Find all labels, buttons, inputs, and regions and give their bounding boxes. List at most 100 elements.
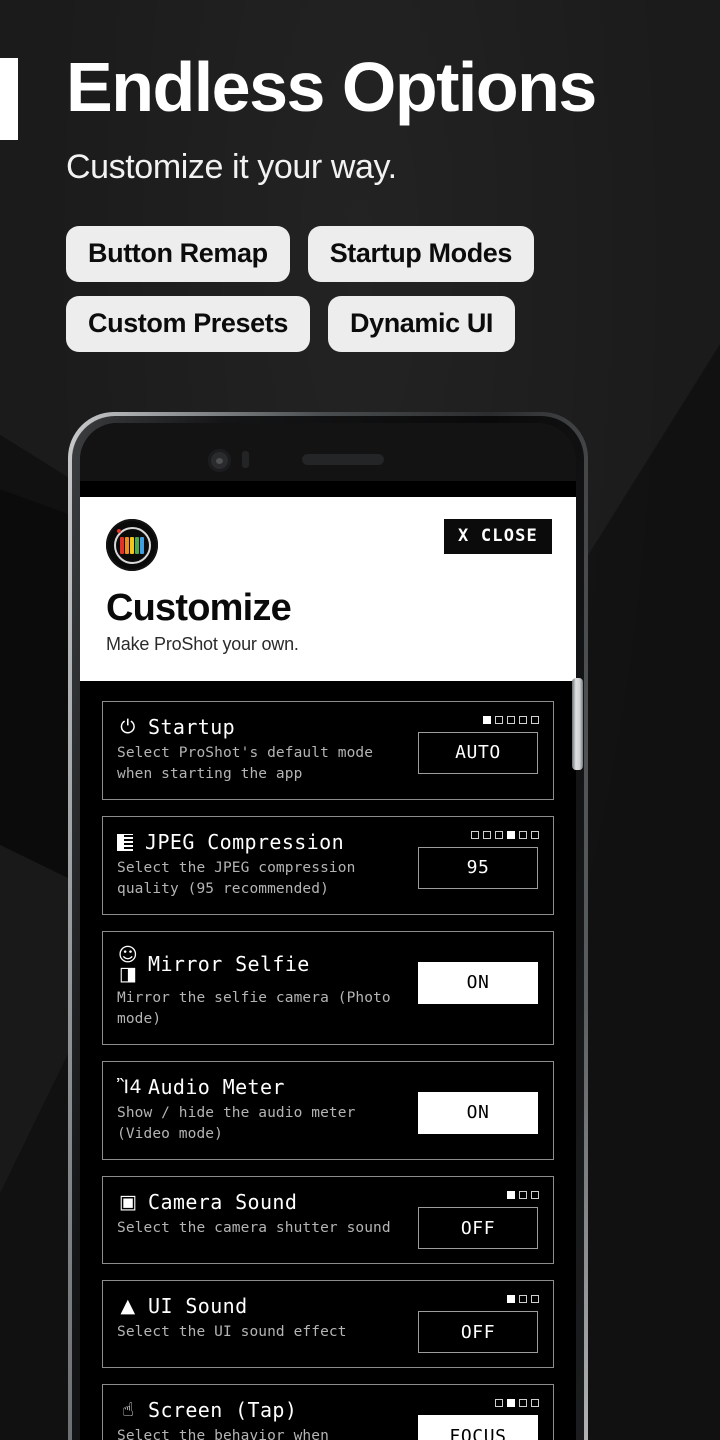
option-dot <box>483 830 491 839</box>
option-dot <box>519 1295 527 1304</box>
setting-title-label: Mirror Selfie <box>148 952 310 977</box>
settings-list[interactable]: ⏻ Startup Select ProShot's default mode wh… <box>80 680 576 1440</box>
feature-pill-custom-presets[interactable]: Custom Presets <box>66 296 310 352</box>
front-camera-icon <box>208 449 231 472</box>
logo-bar-2 <box>130 536 134 554</box>
setting-value-button[interactable]: AUTO <box>418 731 538 774</box>
page-subtitle: Customize it your way. <box>66 148 397 186</box>
setting-row-screen-tap[interactable]: ☝ Screen (Tap) Select the behavior when FOC… <box>102 1384 554 1440</box>
setting-title-label: UI Sound <box>148 1294 248 1319</box>
accent-bar <box>0 58 18 140</box>
phone-screen: X CLOSE Customize Make ProShot your own.… <box>80 481 576 1440</box>
earpiece-speaker-icon <box>302 454 384 465</box>
setting-control: ON <box>417 944 539 1004</box>
option-dot <box>507 715 515 724</box>
phone-body: X CLOSE Customize Make ProShot your own.… <box>80 423 576 1440</box>
option-dot <box>519 1399 527 1408</box>
option-dots <box>495 1399 539 1411</box>
setting-value-button[interactable]: ON <box>418 961 538 1004</box>
option-dot <box>495 830 503 839</box>
setting-row-mirror-selfie[interactable]: ☺◨ Mirror Selfie Mirror the selfie camera … <box>102 930 554 1045</box>
logo-red-dot-icon <box>117 529 121 533</box>
option-dot <box>531 1191 539 1200</box>
setting-title-row: ☺◨ Mirror Selfie <box>117 943 409 985</box>
tap-hand-icon: ☝ <box>122 1399 134 1422</box>
setting-description: Select the camera shutter sound <box>117 1220 391 1237</box>
feature-pill-dynamic-ui[interactable]: Dynamic UI <box>327 296 516 352</box>
setting-row-camera-sound[interactable]: ▣ Camera Sound Select the camera shutter s… <box>102 1176 554 1265</box>
setting-text: ▲ UI Sound Select the UI sound effect <box>117 1293 417 1343</box>
mirror-selfie-icon: ☺◨ <box>117 943 139 985</box>
logo-bar-0 <box>120 536 124 554</box>
option-dot <box>531 1295 539 1304</box>
setting-control: FOCUS <box>417 1397 539 1440</box>
jpeg-icon <box>117 833 133 851</box>
close-button[interactable]: X CLOSE <box>443 519 552 554</box>
setting-value-button[interactable]: ON <box>418 1091 538 1134</box>
option-dot <box>495 1399 503 1408</box>
camera-icon: ▣ <box>118 1191 138 1214</box>
power-icon: ⏻ <box>120 715 136 738</box>
setting-row-jpeg-compression[interactable]: JPEG Compression Select the JPEG compress… <box>102 815 554 915</box>
setting-row-audio-meter[interactable]: Ἲ4 Audio Meter Show / hide the audio meter… <box>102 1060 554 1161</box>
sensor-icon <box>242 451 249 468</box>
microphone-icon: Ἲ4 <box>117 1075 142 1098</box>
setting-title-row: JPEG Compression <box>117 829 409 854</box>
setting-description: Select ProShot's default mode when start… <box>117 744 374 782</box>
option-dot <box>519 830 527 839</box>
setting-text: ☺◨ Mirror Selfie Mirror the selfie camera … <box>117 944 417 1030</box>
logo-bar-4 <box>140 536 144 554</box>
setting-control: ON <box>417 1074 539 1134</box>
setting-title-label: Camera Sound <box>148 1190 298 1215</box>
option-dots <box>507 1295 539 1307</box>
feature-pill-group: Button Remap Startup Modes Custom Preset… <box>66 226 686 366</box>
option-dot <box>507 1399 515 1408</box>
setting-text: JPEG Compression Select the JPEG compress… <box>117 829 417 900</box>
option-dot <box>531 715 539 724</box>
option-dots <box>507 1191 539 1203</box>
power-button[interactable] <box>572 678 583 770</box>
logo-bar-1 <box>125 536 129 554</box>
setting-title-row: ☝ Screen (Tap) <box>117 1399 409 1422</box>
app-screen-title: Customize <box>106 587 292 629</box>
setting-control: OFF <box>417 1189 539 1250</box>
setting-value-button[interactable]: OFF <box>418 1207 538 1250</box>
proshot-logo-icon <box>106 519 158 571</box>
setting-value-button[interactable]: 95 <box>418 846 538 889</box>
phone-top-bar <box>80 423 576 481</box>
feature-pill-row: Button Remap Startup Modes <box>66 226 686 282</box>
option-dots <box>483 715 539 728</box>
setting-text: Ἲ4 Audio Meter Show / hide the audio meter… <box>117 1074 417 1145</box>
bell-icon: ▲ <box>120 1295 136 1318</box>
setting-text: ▣ Camera Sound Select the camera shutter s… <box>117 1189 417 1239</box>
option-dot <box>483 715 491 724</box>
feature-pill-startup-modes[interactable]: Startup Modes <box>307 226 535 282</box>
page-title: Endless Options <box>66 48 597 126</box>
setting-title-label: Startup <box>148 714 236 739</box>
promo-header: Endless Options Customize it your way. <box>66 52 706 187</box>
setting-description: Select the behavior when <box>117 1428 329 1440</box>
option-dot <box>495 715 503 724</box>
phone-bezel: X CLOSE Customize Make ProShot your own.… <box>72 416 584 1440</box>
setting-title-row: Ἲ4 Audio Meter <box>117 1074 409 1099</box>
setting-title-row: ▲ UI Sound <box>117 1295 409 1318</box>
option-dot <box>519 1191 527 1200</box>
setting-title-row: ⏻ Startup <box>117 714 409 739</box>
setting-value-button[interactable]: FOCUS <box>418 1415 538 1440</box>
setting-row-ui-sound[interactable]: ▲ UI Sound Select the UI sound effect OFF <box>102 1280 554 1369</box>
setting-text: ⏻ Startup Select ProShot's default mode wh… <box>117 714 417 785</box>
app-header: X CLOSE Customize Make ProShot your own. <box>80 497 576 681</box>
logo-bar-3 <box>135 536 139 554</box>
setting-title-label: JPEG Compression <box>145 829 345 854</box>
option-dots <box>471 830 539 843</box>
setting-row-startup[interactable]: ⏻ Startup Select ProShot's default mode wh… <box>102 700 554 800</box>
setting-description: Select the JPEG compression quality (95 … <box>117 859 356 897</box>
setting-control: 95 <box>417 829 539 889</box>
setting-control: AUTO <box>417 714 539 774</box>
feature-pill-button-remap[interactable]: Button Remap <box>66 226 290 282</box>
setting-title-label: Screen (Tap) <box>148 1398 298 1423</box>
option-dot <box>531 830 539 839</box>
setting-title-label: Audio Meter <box>148 1074 285 1099</box>
setting-value-button[interactable]: OFF <box>418 1311 538 1354</box>
setting-description: Show / hide the audio meter (Video mode) <box>117 1104 356 1142</box>
